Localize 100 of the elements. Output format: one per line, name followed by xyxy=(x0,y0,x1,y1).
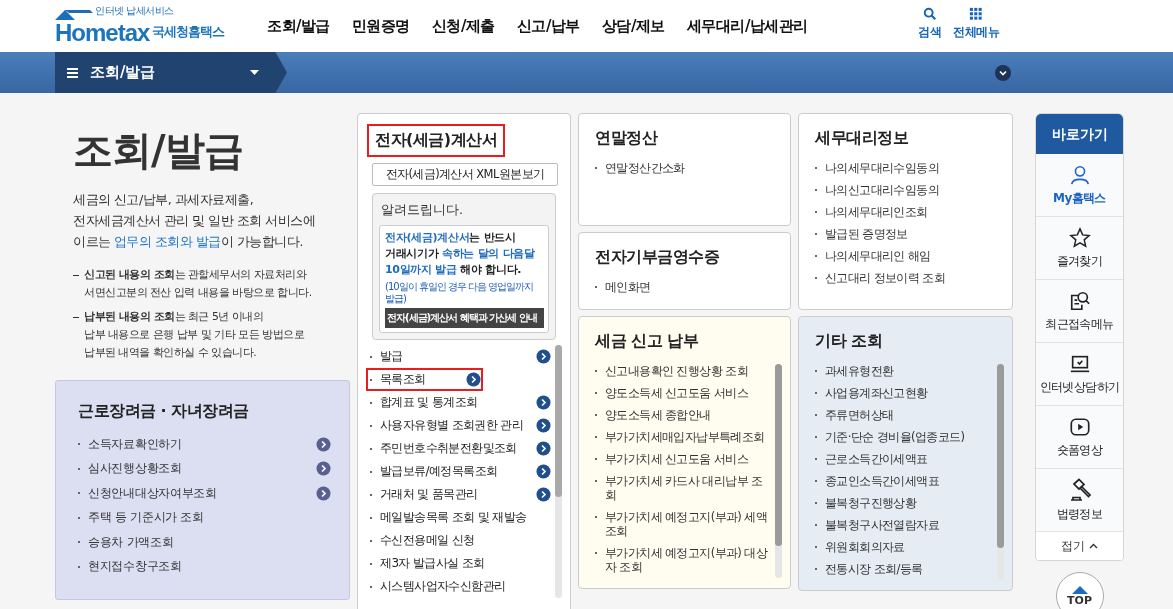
link-item[interactable]: 위원회회의자료 xyxy=(825,540,993,554)
page-description: 세금의 신고/납부, 과세자료제출, 전자세금계산서 관리 및 일반 조회 서비스에 이르는 업무의 조회와 발급이 가능합니다. xyxy=(73,191,317,251)
link-item[interactable]: 부가가치세 예정고지(부과) 세액조회 xyxy=(605,510,771,538)
link-item[interactable]: 근로소득간이세액표 xyxy=(825,452,993,466)
link-item[interactable]: 수신전용메일 신청 xyxy=(380,532,551,549)
link-item[interactable]: 기준·단순 경비율(업종코드) xyxy=(825,430,993,444)
dropdown-caret-icon[interactable] xyxy=(250,70,259,75)
link-item[interactable]: 발급된 증명정보 xyxy=(825,227,1004,241)
link-item[interactable]: 발급보류/예정목록조회 xyxy=(380,463,536,480)
link-item[interactable]: 전통시장 조회/등록 xyxy=(825,562,993,576)
all-menu-button[interactable]: 전체메뉴 xyxy=(953,7,999,41)
card-title: 근로장려금 · 자녀장려금 xyxy=(78,401,250,422)
logo-org-name: 국세청홈택스 xyxy=(152,23,225,41)
link-item[interactable]: 주류면허상태 xyxy=(825,408,993,422)
arrow-button-icon[interactable] xyxy=(316,485,331,501)
link-item[interactable]: 나의신고대리수임동의 xyxy=(825,183,1004,197)
menu-icon[interactable] xyxy=(67,67,78,78)
arrow-button-icon[interactable] xyxy=(536,349,551,364)
link-item[interactable]: 합계표 및 통계조회 xyxy=(380,394,536,411)
info-banner-button[interactable]: 전자(세금)계산서 혜택과 가산세 안내 xyxy=(385,308,544,328)
quick-menu-item[interactable]: 숏폼영상 xyxy=(1036,406,1123,469)
dash-icon xyxy=(73,275,79,276)
play-icon xyxy=(1068,415,1091,438)
nav-menu-item[interactable]: 민원증명 xyxy=(352,16,410,36)
arrow-button-icon[interactable] xyxy=(536,441,551,456)
link-item[interactable]: 사용자유형별 조회권한 관리 xyxy=(380,417,536,434)
link-item[interactable]: 주택 등 기준시가 조회 xyxy=(88,509,331,527)
arrow-button-icon[interactable] xyxy=(536,464,551,479)
quick-menu-item[interactable]: 인터넷상담하기 xyxy=(1036,343,1123,406)
arrow-button-icon[interactable] xyxy=(536,487,551,502)
quick-menu-item[interactable]: 즐겨찾기 xyxy=(1036,217,1123,280)
link-item[interactable]: 현지접수창구조회 xyxy=(88,558,331,576)
arrow-button-icon[interactable] xyxy=(466,372,481,387)
quick-menu-title: 바로가기 xyxy=(1036,114,1123,154)
notice-footnote: (10일이 휴일인 경우 다음 영업일까지 발급) xyxy=(385,281,535,305)
link-item[interactable]: 시스템사업자수신함관리 xyxy=(380,578,551,595)
house-roof-icon xyxy=(55,9,93,20)
chevron-down-icon[interactable] xyxy=(995,65,1011,81)
xml-view-button[interactable]: 전자(세금)계산서 XML원본보기 xyxy=(372,163,558,186)
scrollbar[interactable] xyxy=(555,345,562,598)
link-item[interactable]: 양도소득세 종합안내 xyxy=(605,408,771,422)
link-item[interactable]: 부가가치세매입자납부특례조회 xyxy=(605,430,771,444)
search-button[interactable]: 검색 xyxy=(918,7,941,41)
link-item[interactable]: 사업용계좌신고현황 xyxy=(825,386,993,400)
link-item[interactable]: 불복청구사전열람자료 xyxy=(825,518,993,532)
nav-menu-item[interactable]: 신고/납부 xyxy=(516,16,580,36)
link-item[interactable]: 발급 xyxy=(380,348,536,365)
link-item[interactable]: 나의세무대리인 해임 xyxy=(825,249,1004,263)
link-item[interactable]: 불복청구진행상황 xyxy=(825,496,993,510)
notice-message: 전자(세금)계산서는 반드시 거래시기가 속하는 달의 다음달 10일까지 발급 해야 합니다. xyxy=(385,230,536,278)
nav-menu-item[interactable]: 신청/제출 xyxy=(432,16,495,36)
card-title: 세금 신고 납부 xyxy=(595,331,700,352)
card-title: 기타 조회 xyxy=(815,331,884,352)
search-icon xyxy=(922,7,937,21)
link-item[interactable]: 제3자 발급사실 조회 xyxy=(380,555,551,572)
link-item[interactable]: 부가가치세 예정고지(부과) 대상자 조회 xyxy=(605,546,771,574)
quick-menu-item[interactable]: My홈택스 xyxy=(1036,154,1123,217)
back-to-top-button[interactable]: TOP xyxy=(1055,572,1104,609)
link-item[interactable]: 과세유형전환 xyxy=(825,364,993,378)
link-item[interactable]: 신청안내대상자여부조회 xyxy=(88,484,316,502)
logo-tagline: 인터넷 납세서비스 xyxy=(95,5,174,18)
note-text: 신고된 내용의 조회는 관할세무서의 자료처리와 서면신고분의 전산 입력 내용을 바탕으로 합니다. xyxy=(84,267,312,301)
link-item[interactable]: 메일발송목록 조회 및 재발송 xyxy=(380,509,551,526)
link-item[interactable]: 메인화면 xyxy=(605,280,782,294)
link-item[interactable]: 심사진행상황조회 xyxy=(88,460,316,478)
card-title: 세무대리정보 xyxy=(815,128,909,149)
link-item[interactable]: 거래처 및 품목관리 xyxy=(380,486,536,503)
link-item[interactable]: 승용차 가액조회 xyxy=(88,533,331,551)
link-item[interactable]: 나의세무대리인조회 xyxy=(825,205,1004,219)
quick-menu-item[interactable]: 법령정보 xyxy=(1036,469,1123,532)
scrollbar[interactable] xyxy=(775,364,782,578)
link-item[interactable]: 나의세무대리수임동의 xyxy=(825,161,1004,175)
link-item[interactable]: 주민번호수취분전환및조회 xyxy=(380,440,536,457)
note-text: 납부된 내용의 조회는 최근 5년 이내의 납부 내용으로 은행 납부 및 기타 모든 방법으로 납부된 내역을 확인하실 수 있습니다. xyxy=(84,309,305,361)
caret-up-icon xyxy=(1089,543,1098,549)
page-title: 조회/발급 xyxy=(73,126,244,175)
link-item[interactable]: 부가가치세 신고도움 서비스 xyxy=(605,452,771,466)
card-title: 전자기부금영수증 xyxy=(595,247,720,268)
link-item[interactable]: 부가가치세 카드사 대리납부 조회 xyxy=(605,474,771,502)
nav-menu-item[interactable]: 조회/발급 xyxy=(267,16,330,36)
arrow-button-icon[interactable] xyxy=(316,436,331,452)
link-item[interactable]: 소득자료확인하기 xyxy=(88,435,316,453)
nav-menu-item[interactable]: 상담/제보 xyxy=(601,16,665,36)
grid-menu-icon xyxy=(969,7,983,21)
quick-menu-item[interactable]: 최근접속메뉴 xyxy=(1036,280,1123,343)
link-item[interactable]: 종교인소득간이세액표 xyxy=(825,474,993,488)
link-item[interactable]: 신고대리 정보이력 조회 xyxy=(825,271,1004,285)
logo-brand[interactable]: Hometax xyxy=(55,19,150,46)
link-item[interactable]: 양도소득세 신고도움 서비스 xyxy=(605,386,771,400)
scrollbar[interactable] xyxy=(997,364,1004,580)
link-item[interactable]: 신고내용확인 진행상황 조회 xyxy=(605,364,771,378)
arrow-button-icon[interactable] xyxy=(316,461,331,477)
card-title: 연말정산 xyxy=(595,128,659,149)
document-search-icon xyxy=(1068,289,1091,312)
notice-title: 알려드립니다. xyxy=(381,202,464,219)
dash-icon xyxy=(73,317,79,318)
arrow-button-icon[interactable] xyxy=(536,418,551,433)
nav-menu-item[interactable]: 세무대리/납세관리 xyxy=(686,16,808,36)
link-item[interactable]: 연말정산간소화 xyxy=(605,161,782,175)
arrow-button-icon[interactable] xyxy=(536,395,551,410)
